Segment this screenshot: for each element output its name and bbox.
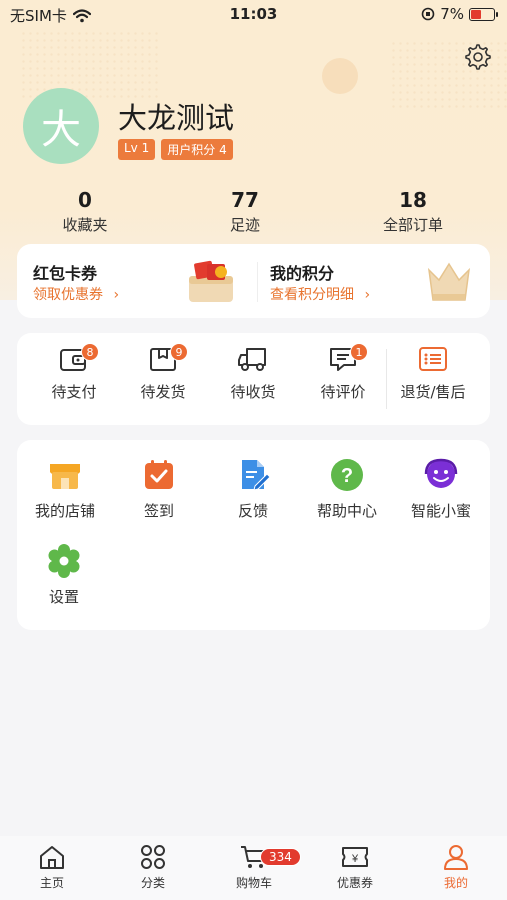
tab-cart[interactable]: 334 购物车 — [214, 844, 301, 891]
svg-text:¥: ¥ — [351, 853, 359, 865]
stat-footprints[interactable]: 77 足迹 — [190, 188, 300, 235]
points-badge: 用户积分 4 — [161, 139, 233, 160]
truck-icon — [238, 348, 266, 371]
stats-row: 0 收藏夹 77 足迹 18 全部订单 — [0, 188, 507, 236]
tool-my-store[interactable]: 我的店铺 — [18, 458, 112, 521]
tool-feedback[interactable]: 反馈 — [206, 458, 300, 521]
category-icon — [141, 845, 165, 869]
settings-gear-icon[interactable] — [463, 42, 491, 70]
cart-count-badge: 334 — [260, 848, 301, 866]
tab-me[interactable]: 我的 — [416, 844, 496, 891]
chevron-right-icon: › — [364, 287, 371, 303]
store-icon — [50, 464, 80, 489]
divider — [386, 349, 387, 409]
stat-favorites[interactable]: 0 收藏夹 — [30, 188, 140, 235]
order-pending-review[interactable]: 1 待评价 — [298, 343, 388, 402]
tab-category[interactable]: 分类 — [113, 844, 193, 891]
order-count-badge: 9 — [170, 343, 188, 361]
user-badges: Lv 1 用户积分 4 — [118, 139, 233, 160]
username: 大龙测试 — [118, 101, 235, 135]
promo-card: 红包卡券 领取优惠券 › 我的积分 查看积分明细 › — [17, 244, 490, 318]
orientation-lock-icon — [421, 7, 435, 21]
svg-text:?: ? — [341, 465, 353, 487]
points-title: 我的积分 — [270, 264, 335, 283]
orders-card: 8 待支付 9 待发货 待收货 1 待评价 退货/售后 — [17, 333, 490, 425]
decoration-circle — [322, 58, 358, 94]
order-returns-aftersale[interactable]: 退货/售后 — [388, 345, 478, 402]
assistant-icon — [424, 458, 458, 488]
battery-icon — [469, 7, 498, 21]
order-count-badge: 8 — [81, 343, 99, 361]
battery-percent: 7% — [440, 5, 464, 23]
list-icon — [419, 347, 447, 371]
settings-icon — [48, 544, 80, 578]
services-card: 我的店铺 签到 反馈 ? 帮助中心 智能小蜜 设置 — [17, 440, 490, 630]
avatar[interactable]: 大 — [23, 88, 99, 164]
points-entry[interactable]: 我的积分 查看积分明细 › — [257, 244, 490, 318]
chevron-right-icon: › — [113, 287, 120, 303]
profile-icon — [444, 845, 468, 870]
stat-all-orders[interactable]: 18 全部订单 — [358, 188, 468, 235]
coupons-entry[interactable]: 红包卡券 领取优惠券 › — [17, 244, 257, 318]
decoration-dots — [20, 30, 160, 100]
document-edit-icon — [242, 460, 271, 491]
tool-settings[interactable]: 设置 — [17, 544, 111, 607]
order-count-badge: 1 — [350, 343, 368, 361]
crown-icon — [427, 262, 471, 301]
red-envelope-gift-icon — [189, 260, 233, 302]
order-pending-receipt[interactable]: 待收货 — [208, 345, 298, 402]
order-pending-payment[interactable]: 8 待支付 — [29, 343, 119, 402]
coupon-icon: ¥ — [342, 847, 368, 867]
tab-coupons[interactable]: ¥ 优惠券 — [315, 844, 395, 891]
level-badge: Lv 1 — [118, 139, 156, 160]
coupons-link: 领取优惠券 — [33, 287, 103, 303]
tool-help-center[interactable]: ? 帮助中心 — [300, 458, 394, 521]
order-pending-shipment[interactable]: 9 待发货 — [118, 343, 208, 402]
points-link: 查看积分明细 — [270, 287, 354, 303]
tab-home[interactable]: 主页 — [12, 844, 92, 891]
tool-smart-assistant[interactable]: 智能小蜜 — [394, 458, 488, 521]
coupons-title: 红包卡券 — [33, 264, 98, 283]
bottom-tab-bar: 主页 分类 334 购物车 ¥ 优惠券 我的 — [0, 836, 507, 900]
help-icon: ? — [331, 459, 363, 491]
calendar-check-icon — [145, 460, 173, 489]
tool-check-in[interactable]: 签到 — [112, 458, 206, 521]
home-icon — [40, 846, 64, 869]
status-bar: 无SIM卡 11:03 7% — [0, 0, 507, 30]
